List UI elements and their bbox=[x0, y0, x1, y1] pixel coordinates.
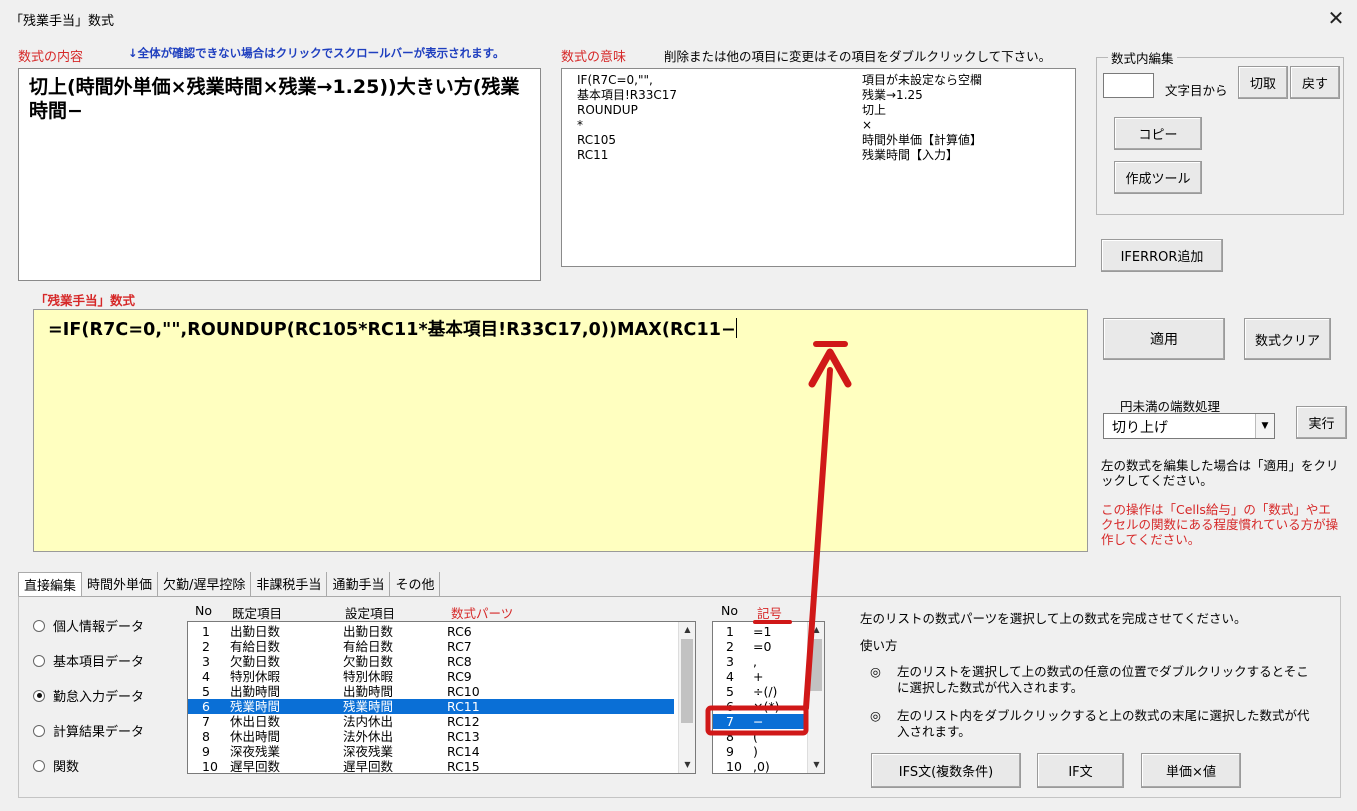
highlight-box bbox=[705, 705, 809, 736]
annotation-overlay bbox=[705, 341, 852, 736]
annotation-arrow-shaft bbox=[803, 367, 833, 711]
